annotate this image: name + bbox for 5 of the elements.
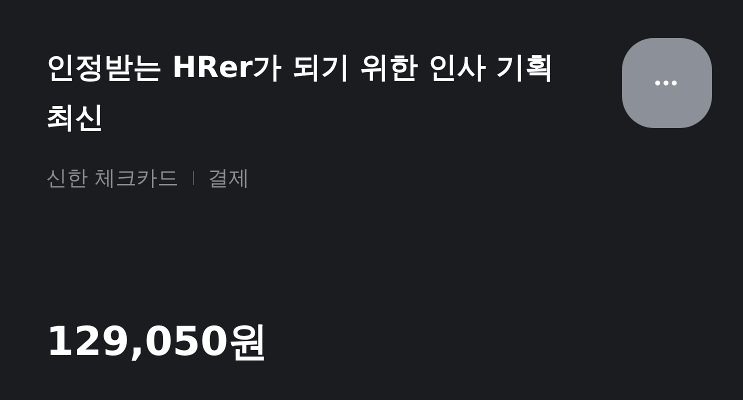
payment-info: 신한 체크카드 [46, 165, 179, 192]
more-button[interactable]: ••• [622, 38, 712, 128]
item-title: 인정받는 HRer가 되기 위한 인사 기획 최신 [46, 49, 556, 136]
payment-info: 결제 [208, 165, 250, 192]
amount-text: 129,050원 [46, 318, 270, 367]
